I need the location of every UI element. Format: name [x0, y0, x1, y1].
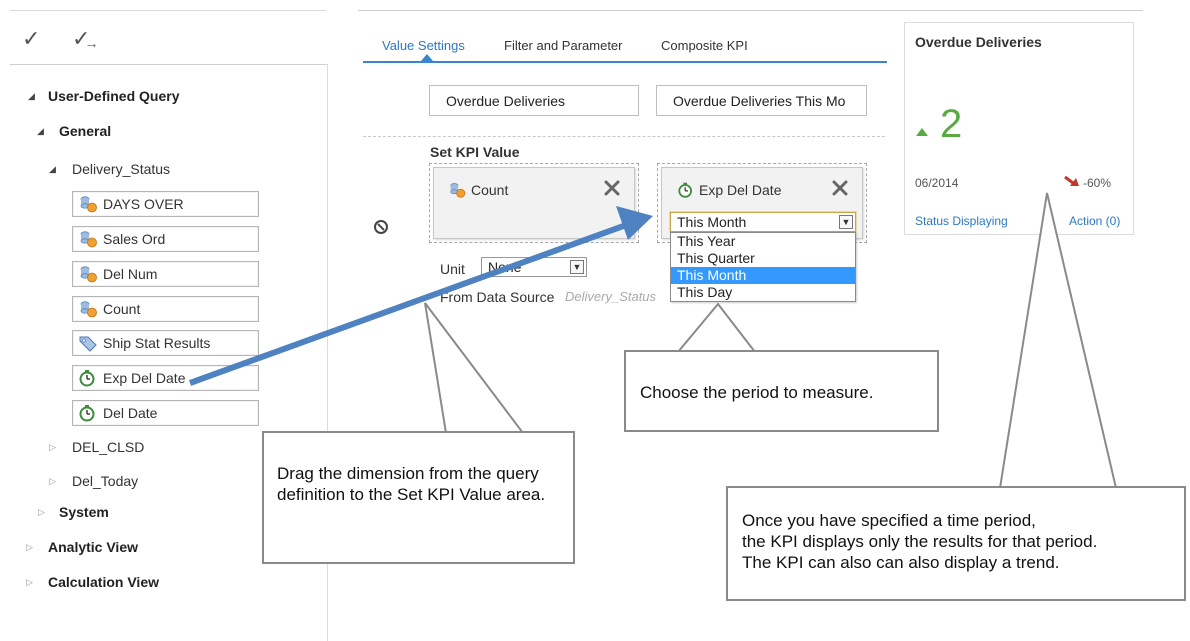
display-callout: Once you have specified a time period, t…	[726, 486, 1186, 601]
period-callout: Choose the period to measure.	[624, 350, 939, 432]
display-callout-line-2: the KPI displays only the results for th…	[742, 532, 1098, 551]
period-callout-text: Choose the period to measure.	[640, 383, 874, 402]
drag-callout: Drag the dimension from the query defini…	[262, 431, 575, 564]
period-callout-pointer	[675, 302, 758, 353]
display-callout-line-3: The KPI can also can also display a tren…	[742, 553, 1060, 572]
drag-arrow-head	[616, 206, 653, 240]
drag-callout-text: Drag the dimension from the query defini…	[277, 464, 546, 504]
drag-arrow-line	[188, 217, 642, 386]
display-callout-pointer	[998, 192, 1118, 489]
drag-callout-pointer	[424, 302, 526, 434]
display-callout-line-1: Once you have specified a time period,	[742, 511, 1036, 530]
